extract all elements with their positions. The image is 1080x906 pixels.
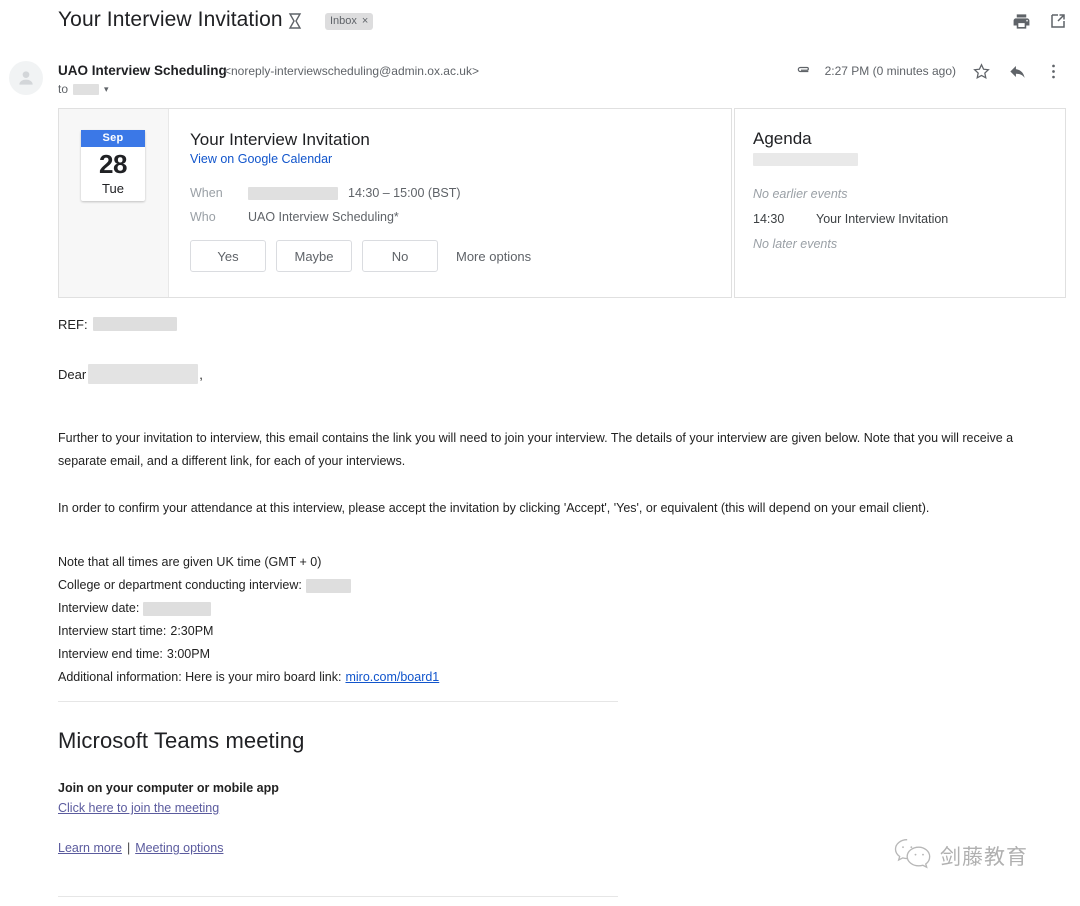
interview-date-redacted	[143, 601, 212, 616]
page-title: Your Interview Invitation	[58, 8, 283, 31]
recipient-name-redacted	[88, 364, 199, 384]
rsvp-maybe-button[interactable]: Maybe	[276, 240, 352, 272]
interview-start-label: Interview start time:	[58, 624, 167, 638]
invite-key-values: When 14:30 – 15:00 (BST) Who UAO Intervi…	[190, 181, 731, 229]
additional-info-line: Additional information: Here is your mir…	[58, 666, 1068, 689]
interview-end-label: Interview end time:	[58, 647, 163, 661]
agenda-event-time: 14:30	[753, 212, 785, 226]
star-icon[interactable]	[970, 60, 992, 82]
interview-details-block: Note that all times are given UK time (G…	[58, 551, 1068, 689]
agenda-no-later-events: No later events	[753, 237, 838, 251]
salutation-comma: ,	[199, 366, 203, 382]
invite-who-value: UAO Interview Scheduling*	[248, 210, 399, 224]
salutation-label: Dear	[58, 366, 87, 382]
important-marker-icon[interactable]	[288, 12, 304, 30]
interview-end-line: Interview end time: 3:00PM	[58, 643, 1068, 666]
invite-when-label: When	[190, 186, 223, 200]
calendar-invite-card: Sep 28 Tue Your Interview Invitation Vie…	[58, 108, 732, 298]
subject-header-row: Your Interview Invitation Inbox ×	[0, 0, 1080, 46]
agenda-no-earlier-events: No earlier events	[753, 187, 848, 201]
chevron-down-icon[interactable]: ▾	[104, 84, 109, 94]
invite-date-panel: Sep 28 Tue	[59, 109, 169, 297]
view-on-google-calendar-link[interactable]: View on Google Calendar	[190, 152, 731, 166]
more-options-link[interactable]: More options	[456, 249, 531, 264]
label-remove-icon[interactable]: ×	[362, 13, 368, 30]
teams-learn-more-link[interactable]: Learn more	[58, 841, 122, 855]
rsvp-yes-button[interactable]: Yes	[190, 240, 266, 272]
timezone-note: Note that all times are given UK time (G…	[58, 555, 322, 569]
date-chip-month: Sep	[81, 130, 145, 147]
reply-icon[interactable]	[1006, 60, 1028, 82]
paperclip-icon	[795, 63, 811, 79]
label-chip-text: Inbox	[330, 15, 357, 27]
invite-when-row: When 14:30 – 15:00 (BST)	[190, 181, 731, 205]
teams-join-heading: Join on your computer or mobile app	[58, 781, 279, 795]
teams-meeting-options-link[interactable]: Meeting options	[135, 841, 223, 855]
avatar	[9, 61, 43, 95]
agenda-title: Agenda	[753, 129, 812, 148]
college-label: College or department conducting intervi…	[58, 578, 302, 592]
recipient-redacted	[73, 83, 100, 95]
agenda-event-row: 14:30 Your Interview Invitation	[753, 207, 1065, 232]
date-chip-day: 28	[99, 149, 127, 179]
ref-line: REF:	[58, 315, 1068, 333]
teams-link-separator: |	[126, 841, 131, 855]
agenda-event-title: Your Interview Invitation	[816, 212, 949, 226]
teams-meeting-title: Microsoft Teams meeting	[58, 728, 305, 753]
invite-when-value: 14:30 – 15:00 (BST)	[248, 181, 461, 205]
more-vertical-icon[interactable]	[1042, 60, 1064, 82]
sender-email: <noreply-interviewscheduling@admin.ox.ac…	[224, 64, 479, 78]
teams-footer-links: Learn more | Meeting options	[58, 841, 223, 855]
ref-value-redacted	[92, 317, 177, 331]
agenda-date-redacted	[753, 153, 858, 166]
print-icon[interactable]	[1011, 11, 1031, 31]
invite-who-row: Who UAO Interview Scheduling*	[190, 205, 731, 229]
salutation-line: Dear ,	[58, 364, 1068, 384]
miro-board-link[interactable]: miro.com/board1	[345, 666, 439, 689]
interview-end-value: 3:00PM	[166, 647, 211, 661]
rsvp-no-button[interactable]: No	[362, 240, 438, 272]
college-value-redacted	[305, 578, 351, 593]
college-line: College or department conducting intervi…	[58, 574, 1068, 597]
message-timestamp: 2:27 PM (0 minutes ago)	[824, 64, 956, 78]
date-chip-weekday: Tue	[102, 181, 124, 196]
sender-name[interactable]: UAO Interview Scheduling	[58, 63, 227, 78]
interview-start-line: Interview start time: 2:30PM	[58, 620, 1068, 643]
open-in-new-window-icon[interactable]	[1048, 11, 1068, 31]
ref-label: REF:	[58, 316, 88, 332]
teams-join-meeting-link[interactable]: Click here to join the meeting	[58, 801, 219, 815]
invite-when-time: 14:30 – 15:00 (BST)	[348, 186, 461, 200]
watermark-text: 剑藤教育	[940, 844, 1028, 869]
recipient-prefix: to	[58, 82, 69, 96]
body-paragraph-2: In order to confirm your attendance at t…	[58, 501, 930, 515]
interview-start-value: 2:30PM	[170, 624, 214, 638]
invite-title: Your Interview Invitation	[190, 130, 370, 149]
wechat-icon	[893, 836, 933, 875]
body-paragraph-1: Further to your invitation to interview,…	[58, 431, 1014, 468]
invite-date-redacted	[248, 186, 338, 200]
agenda-card: Agenda No earlier events 14:30 Your Inte…	[734, 108, 1066, 298]
message-meta-actions: 2:27 PM (0 minutes ago)	[795, 60, 1064, 82]
calendar-date-chip: Sep 28 Tue	[81, 130, 145, 201]
email-body: REF: Dear , Further to your invitation t…	[58, 315, 1068, 689]
invite-details-panel: Your Interview Invitation View on Google…	[169, 109, 731, 297]
additional-info-label: Additional information: Here is your mir…	[58, 670, 342, 684]
rsvp-button-row: Yes Maybe No More options	[190, 240, 531, 272]
interview-date-line: Interview date:	[58, 597, 1068, 620]
recipient-line[interactable]: to ▾	[58, 82, 109, 96]
divider-bottom	[58, 896, 618, 897]
divider-top	[58, 701, 618, 702]
watermark: 剑藤教育	[893, 836, 1028, 875]
label-chip-inbox[interactable]: Inbox ×	[325, 13, 374, 30]
invite-who-label: Who	[190, 210, 216, 224]
interview-date-label: Interview date:	[58, 601, 140, 615]
